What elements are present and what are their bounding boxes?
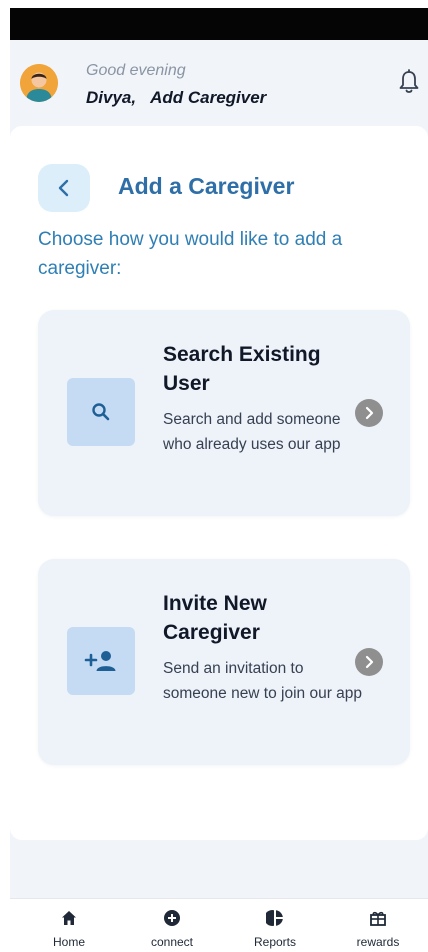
page-title: Add a Caregiver [118,173,295,199]
person-add-icon-tile [67,627,135,695]
home-icon [62,911,76,925]
avatar[interactable] [20,64,58,102]
nav-reports[interactable]: Reports [225,899,325,952]
back-button[interactable] [38,164,90,212]
nav-label: Home [52,935,85,949]
option-title: Invite New Caregiver [163,592,267,644]
chevron-left-icon [58,179,69,197]
chevron-right-icon[interactable] [355,399,383,427]
context-label: Add Caregiver [150,88,267,107]
header: Good evening Divya, Add Caregiver [10,40,428,128]
search-existing-user-option[interactable]: Search Existing User Search and add some… [38,310,410,516]
search-icon [92,403,110,421]
user-name: Divya, [86,88,137,107]
nav-label: connect [150,935,194,949]
person-add-icon [84,651,116,671]
bell-icon[interactable] [398,69,420,95]
gift-icon [370,911,386,926]
option-description: Send an invitation to someone new to joi… [163,660,363,702]
nav-connect[interactable]: connect [122,899,222,952]
option-description: Search and add someone who already uses … [163,411,341,453]
option-title: Search Existing User [163,343,321,395]
status-bar [10,8,428,40]
page-prompt: Choose how you would like to add a careg… [38,229,343,279]
search-icon-tile [67,378,135,446]
bottom-nav: Home connect Reports rewards [10,898,428,952]
nav-rewards[interactable]: rewards [328,899,428,952]
nav-label: rewards [356,935,400,949]
chevron-right-icon[interactable] [355,648,383,676]
add-circle-icon [164,910,180,926]
invite-new-caregiver-option[interactable]: Invite New Caregiver Send an invitation … [38,559,410,765]
greeting-text: Good evening [86,62,186,79]
app-screen: Good evening Divya, Add Caregiver Add a C… [10,40,428,952]
header-subtitle: Divya, Add Caregiver [86,88,266,108]
nav-label: Reports [253,935,297,949]
pie-chart-icon [266,910,283,926]
nav-home[interactable]: Home [19,899,119,952]
